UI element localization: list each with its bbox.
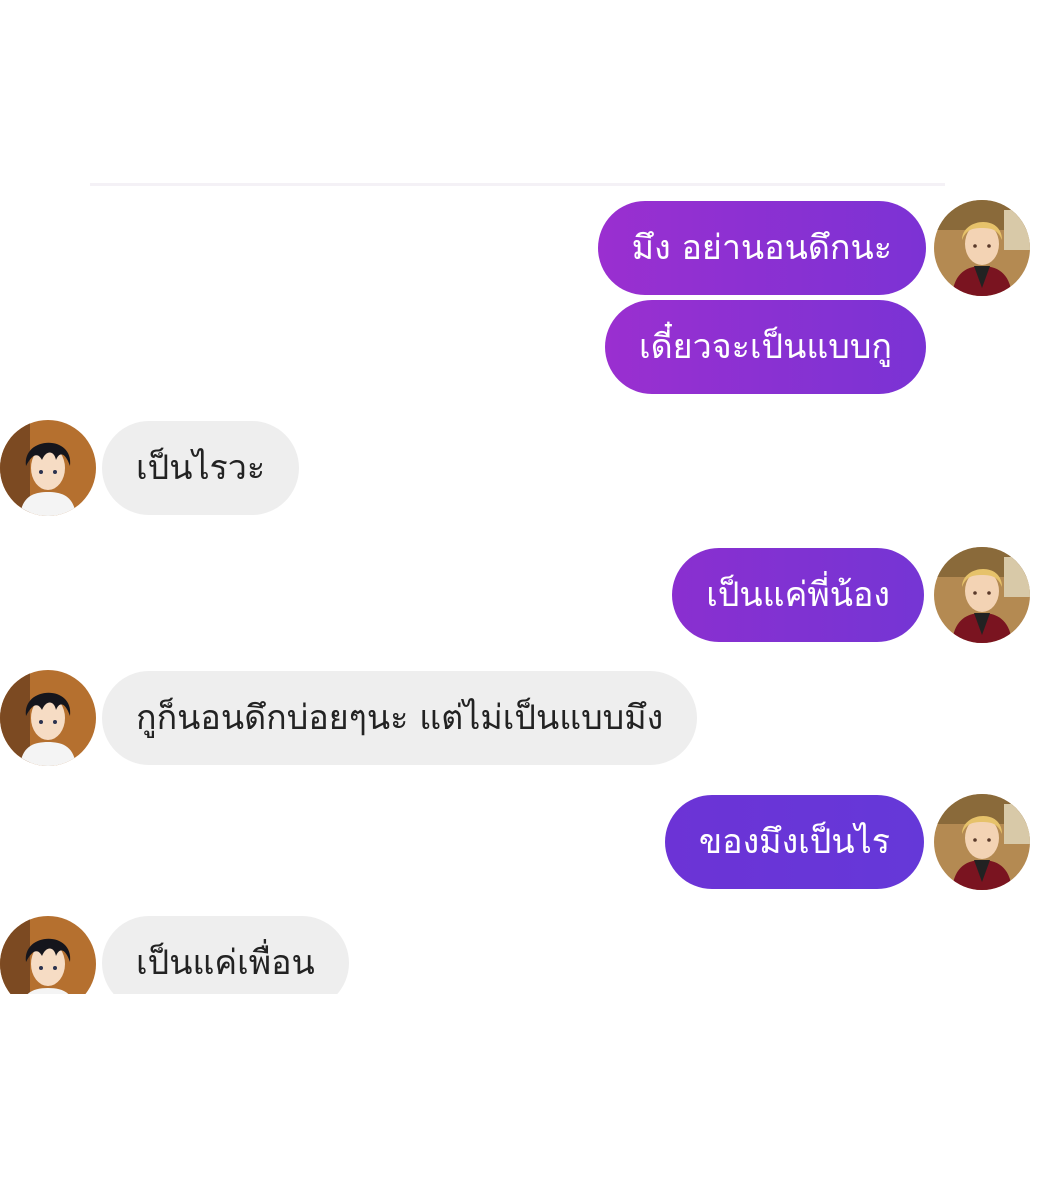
avatar-blonde[interactable] (934, 200, 1030, 296)
divider (90, 183, 945, 186)
message-bubble[interactable]: เป็นไรวะ (102, 421, 300, 515)
message-row-outgoing: ของมึงเป็นไร (664, 794, 1030, 890)
message-bubble[interactable]: เป็นแค่พี่น้อง (672, 548, 924, 642)
avatar-blonde[interactable] (934, 794, 1030, 890)
chat-thread: มึง อย่านอนดึกนะ เดี๋ยวจะเป็นแบบกู เป็นไ… (0, 0, 1042, 1200)
message-bubble[interactable]: กูก็นอนดึกบ่อยๆนะ แต่ไม่เป็นแบบมึง (102, 671, 698, 765)
avatar-dark-haired[interactable] (0, 420, 96, 516)
avatar-dark-haired[interactable] (0, 916, 96, 994)
message-bubble[interactable]: ของมึงเป็นไร (664, 795, 924, 889)
message-row-incoming: กูก็นอนดึกบ่อยๆนะ แต่ไม่เป็นแบบมึง (0, 670, 698, 766)
message-bubble[interactable]: มึง อย่านอนดึกนะ (597, 201, 926, 295)
avatar-blonde[interactable] (934, 547, 1030, 643)
message-row-outgoing: เดี๋ยวจะเป็นแบบกู (604, 300, 926, 394)
message-bubble[interactable]: เป็นแค่เพื่อน (102, 916, 349, 994)
avatar-dark-haired[interactable] (0, 670, 96, 766)
message-row-incoming: เป็นแค่เพื่อน (0, 916, 349, 994)
message-bubble[interactable]: เดี๋ยวจะเป็นแบบกู (604, 300, 926, 394)
message-row-outgoing: เป็นแค่พี่น้อง (672, 547, 1030, 643)
message-row-outgoing: มึง อย่านอนดึกนะ (597, 200, 1030, 296)
message-row-incoming: เป็นไรวะ (0, 420, 300, 516)
